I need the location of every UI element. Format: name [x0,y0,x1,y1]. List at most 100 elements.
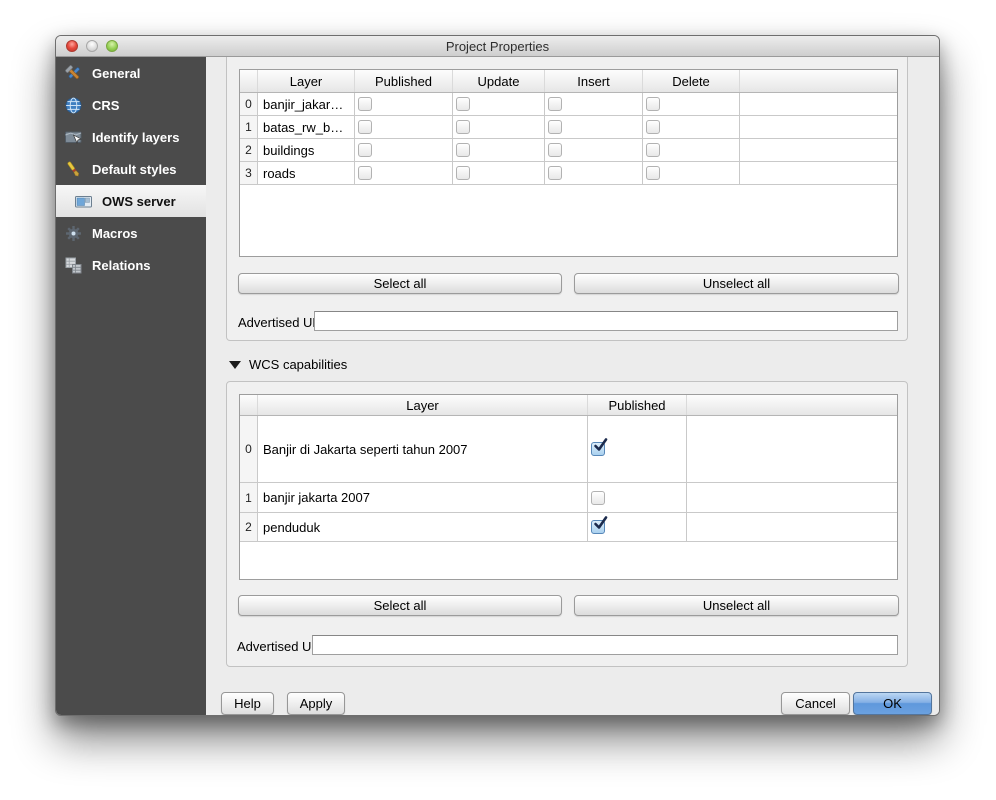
published-cell [355,93,453,115]
layer-name-cell[interactable]: batas_rw_b… [258,116,355,138]
delete-checkbox[interactable] [646,143,660,157]
header-filler [687,395,897,415]
column-header-insert[interactable]: Insert [545,70,643,92]
published-checkbox[interactable] [591,491,605,505]
sidebar-item-label: Identify layers [92,130,179,145]
wcs-section-header: WCS capabilities [229,357,347,372]
paintbrush-icon [64,160,83,179]
update-cell [453,139,545,161]
published-checkbox[interactable] [358,120,372,134]
sidebar-item-label: Default styles [92,162,177,177]
sidebar-item-crs[interactable]: CRS [56,89,206,121]
zoom-button[interactable] [106,40,118,52]
update-checkbox[interactable] [456,166,470,180]
sidebar-item-macros[interactable]: Macros [56,217,206,249]
identify-layers-icon [64,128,83,147]
insert-checkbox[interactable] [548,166,562,180]
wfs-table-header: LayerPublishedUpdateInsertDelete [240,70,897,93]
update-checkbox[interactable] [456,143,470,157]
sidebar: General CRS Identify layers Default styles O… [56,57,206,715]
column-header-delete[interactable]: Delete [643,70,740,92]
published-cell [588,416,687,482]
table-row[interactable]: 0banjir_jakar… [240,93,897,116]
table-row[interactable]: 0Banjir di Jakarta seperti tahun 2007 [240,416,897,483]
row-index[interactable]: 0 [240,93,258,115]
row-index[interactable]: 1 [240,483,258,512]
column-header-published[interactable]: Published [588,395,687,415]
published-checkbox[interactable] [358,97,372,111]
help-button[interactable]: Help [221,692,274,715]
desktop-background: Project Properties General CRS Identify la… [0,0,996,800]
published-checkbox[interactable] [591,442,605,456]
update-cell [453,93,545,115]
wcs-capabilities-groupbox: LayerPublished0Banjir di Jakarta seperti… [226,381,908,667]
sidebar-item-label: General [92,66,140,81]
layer-name-cell[interactable]: roads [258,162,355,184]
table-corner-cell [240,395,258,415]
cancel-button[interactable]: Cancel [781,692,850,715]
layer-name-cell[interactable]: Banjir di Jakarta seperti tahun 2007 [258,416,588,482]
insert-cell [545,139,643,161]
update-checkbox[interactable] [456,97,470,111]
column-header-layer[interactable]: Layer [258,70,355,92]
row-index[interactable]: 2 [240,139,258,161]
column-header-update[interactable]: Update [453,70,545,92]
insert-checkbox[interactable] [548,120,562,134]
window-title: Project Properties [56,36,939,57]
delete-checkbox[interactable] [646,97,660,111]
titlebar[interactable]: Project Properties [56,36,939,57]
published-checkbox[interactable] [358,166,372,180]
row-index[interactable]: 1 [240,116,258,138]
published-cell [588,483,687,512]
table-row[interactable]: 2penduduk [240,513,897,542]
column-header-published[interactable]: Published [355,70,453,92]
sidebar-item-relations[interactable]: Relations [56,249,206,281]
ok-button[interactable]: OK [853,692,932,715]
update-checkbox[interactable] [456,120,470,134]
delete-checkbox[interactable] [646,120,660,134]
layer-name-cell[interactable]: banjir jakarta 2007 [258,483,588,512]
wfs-unselect-all-button[interactable]: Unselect all [574,273,899,294]
layer-name-cell[interactable]: buildings [258,139,355,161]
wcs-layers-table[interactable]: LayerPublished0Banjir di Jakarta seperti… [239,394,898,580]
wfs-select-all-button[interactable]: Select all [238,273,562,294]
sidebar-item-default-styles[interactable]: Default styles [56,153,206,185]
row-index[interactable]: 3 [240,162,258,184]
sidebar-item-ows-server[interactable]: OWS server [56,185,206,217]
traffic-lights [66,40,118,52]
table-row[interactable]: 1batas_rw_b… [240,116,897,139]
delete-checkbox[interactable] [646,166,660,180]
insert-checkbox[interactable] [548,97,562,111]
published-checkbox[interactable] [358,143,372,157]
published-cell [355,139,453,161]
sidebar-item-label: CRS [92,98,119,113]
sidebar-item-general[interactable]: General [56,57,206,89]
relations-icon [64,256,83,275]
content-pane: LayerPublishedUpdateInsertDelete0banjir_… [206,57,939,715]
row-index[interactable]: 2 [240,513,258,541]
delete-cell [643,93,740,115]
apply-button[interactable]: Apply [287,692,345,715]
table-row[interactable]: 1banjir jakarta 2007 [240,483,897,513]
published-cell [355,116,453,138]
insert-checkbox[interactable] [548,143,562,157]
wcs-select-all-button[interactable]: Select all [238,595,562,616]
close-button[interactable] [66,40,78,52]
sidebar-item-identify-layers[interactable]: Identify layers [56,121,206,153]
layer-name-cell[interactable]: banjir_jakar… [258,93,355,115]
chevron-down-icon[interactable] [229,361,241,369]
wcs-table-header: LayerPublished [240,395,897,416]
wcs-unselect-all-button[interactable]: Unselect all [574,595,899,616]
column-header-layer[interactable]: Layer [258,395,588,415]
published-checkbox[interactable] [591,520,605,534]
header-filler [740,70,897,92]
wfs-layers-table[interactable]: LayerPublishedUpdateInsertDelete0banjir_… [239,69,898,257]
row-index[interactable]: 0 [240,416,258,482]
wfs-advertised-url-input[interactable] [314,311,898,331]
table-row[interactable]: 2buildings [240,139,897,162]
published-cell [588,513,687,541]
table-row[interactable]: 3roads [240,162,897,185]
layer-name-cell[interactable]: penduduk [258,513,588,541]
minimize-button[interactable] [86,40,98,52]
wcs-advertised-url-input[interactable] [312,635,898,655]
